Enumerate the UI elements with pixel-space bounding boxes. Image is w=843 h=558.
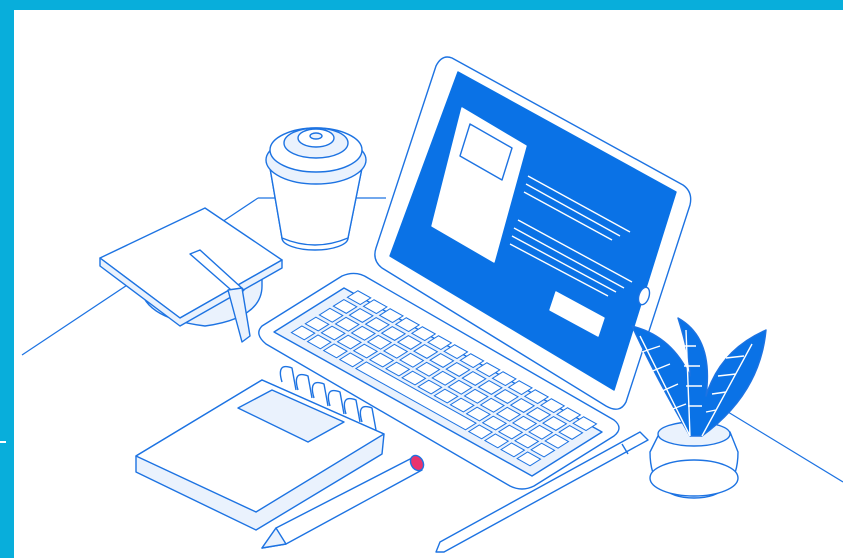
desk-scene bbox=[21, 56, 843, 553]
illustration-canvas bbox=[0, 0, 843, 558]
plant-icon bbox=[631, 317, 767, 499]
coffee-cup-icon bbox=[265, 127, 367, 251]
graduation-cap-icon bbox=[99, 207, 283, 343]
